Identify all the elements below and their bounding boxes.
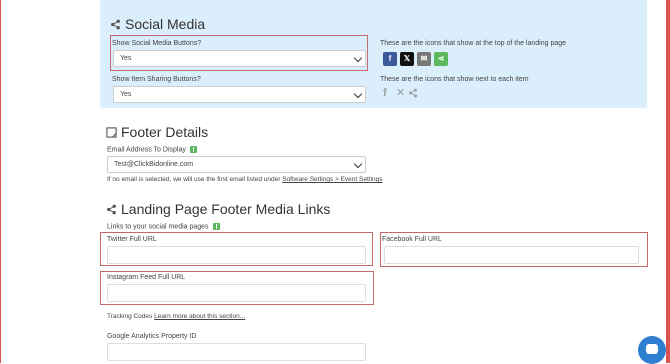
section-title: Footer Details	[121, 124, 209, 140]
show-buttons-note: These are the icons that show at the top…	[380, 40, 567, 47]
show-buttons-select[interactable]: Yes	[113, 50, 366, 67]
ga-label: Google Analytics Property ID	[107, 333, 197, 340]
share-icon	[107, 204, 116, 214]
section-title: Landing Page Footer Media Links	[121, 201, 331, 217]
show-sharing-label: Show Item Sharing Buttons?	[112, 76, 201, 83]
facebook-label: Facebook Full URL	[382, 236, 442, 243]
tracking-codes-row: Tracking Codes Learn more about this sec…	[107, 313, 245, 320]
section-title: Social Media	[125, 16, 206, 32]
footer-media-heading: Landing Page Footer Media Links	[106, 201, 330, 217]
select-value: Test@ClickBidonline.com	[114, 161, 194, 168]
social-media-panel: Social Media Show Social Media Buttons? …	[100, 0, 647, 108]
email-label: Email Address To Display	[107, 146, 197, 153]
share-icon	[111, 19, 120, 29]
show-buttons-label: Show Social Media Buttons?	[112, 40, 202, 47]
twitter-label: Twitter Full URL	[107, 236, 157, 243]
facebook-icon: f	[383, 52, 397, 66]
x-icon: ✕	[396, 87, 406, 99]
chevron-down-icon	[353, 159, 363, 169]
footer-details-heading: Footer Details	[106, 124, 208, 140]
links-label: Links to your social media pages	[107, 223, 220, 230]
chevron-down-icon	[353, 53, 363, 63]
email-label-text: Email Address To Display	[107, 146, 186, 154]
links-label-text: Links to your social media pages	[107, 223, 209, 231]
facebook-icon: f	[383, 87, 387, 99]
settings-page: Social Media Show Social Media Buttons? …	[90, 0, 656, 363]
show-sharing-note: These are the icons that show next to ea…	[380, 76, 529, 83]
chat-icon[interactable]	[638, 336, 666, 364]
show-sharing-select[interactable]: Yes	[113, 86, 366, 103]
help-prefix: If no email is selected, we will use the…	[107, 176, 281, 183]
select-value: Yes	[120, 91, 132, 98]
right-border	[666, 0, 670, 363]
instagram-url-input[interactable]	[107, 284, 366, 302]
email-icon: ✉	[417, 52, 431, 66]
share-icon: ⋖	[434, 52, 448, 66]
event-settings-link[interactable]: Software Settings > Event Settings	[282, 176, 382, 183]
social-media-heading: Social Media	[110, 16, 205, 32]
email-help-text: If no email is selected, we will use the…	[107, 176, 383, 183]
info-icon	[212, 223, 220, 230]
email-select[interactable]: Test@ClickBidonline.com	[107, 156, 366, 173]
left-border	[0, 0, 1, 363]
instagram-label: Instagram Feed Full URL	[107, 274, 186, 281]
note-icon	[106, 126, 117, 138]
tracking-prefix: Tracking Codes	[107, 313, 153, 320]
select-value: Yes	[120, 55, 132, 62]
learn-more-link[interactable]: Learn more about this section...	[154, 313, 245, 320]
chevron-down-icon	[353, 89, 363, 99]
ga-property-input[interactable]	[107, 343, 366, 361]
twitter-url-input[interactable]	[107, 246, 366, 264]
info-icon	[189, 146, 197, 153]
x-icon: 𝕏	[400, 52, 414, 66]
facebook-url-input[interactable]	[384, 246, 639, 264]
share-icon	[409, 88, 417, 98]
